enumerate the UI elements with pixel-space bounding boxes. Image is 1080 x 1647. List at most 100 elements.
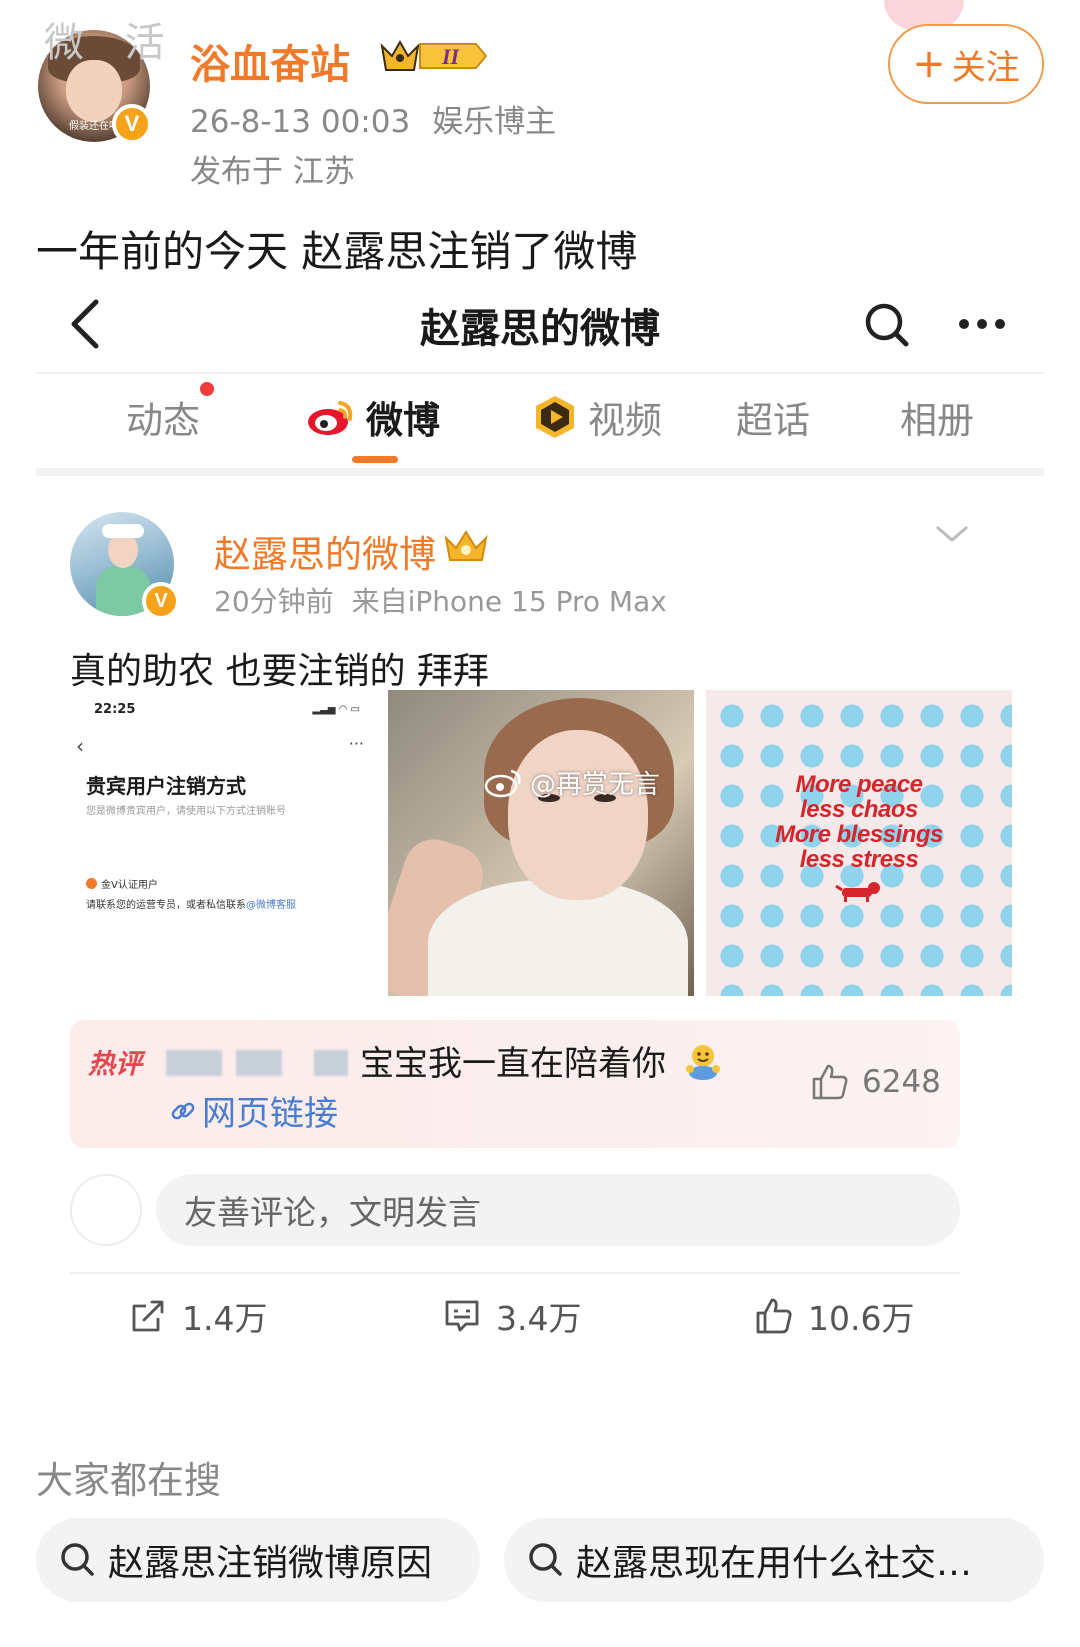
search-icon xyxy=(529,1543,562,1576)
post-header: 假装还在吗 微 活 V 浴血奋站 II 26-8-13 00:03 娱乐博主 发布… xyxy=(0,0,1080,210)
inner-author-name[interactable]: 赵露思的微博 xyxy=(214,524,436,578)
svg-text:II: II xyxy=(441,44,461,69)
verified-badge-icon: V xyxy=(112,104,152,144)
chevron-down-icon[interactable] xyxy=(934,522,970,546)
more-options-icon[interactable] xyxy=(956,314,1008,334)
web-link-label: 网页链接 xyxy=(202,1094,338,1134)
weibo-logo-icon xyxy=(308,401,353,435)
inner-post-text: 真的助农 也要注销的 拜拜 xyxy=(70,651,489,692)
poster-line: More blessings xyxy=(775,821,943,848)
inner-post-meta: 20分钟前 来自iPhone 15 Pro Max xyxy=(214,580,667,620)
search-suggestion-label: 赵露思注销微博原因 xyxy=(108,1543,433,1584)
screenshot-contact: 请联系您的运营专员，或者私信联系@微博客服 xyxy=(86,896,296,911)
active-tab-indicator xyxy=(352,456,398,463)
section-divider xyxy=(36,468,1044,476)
like-count: 10.6万 xyxy=(808,1299,915,1338)
status-bar-time: 22:25 xyxy=(94,702,136,717)
notification-dot xyxy=(200,382,214,396)
image-selfie[interactable] xyxy=(388,690,694,996)
image-grid: 22:25 ▂▃▅ ◠ ▭ ‹ ··· 贵宾用户注销方式 您是微博贵宾用户，请使… xyxy=(70,690,1012,996)
poster-line: less stress xyxy=(799,846,919,873)
thumbs-up-icon xyxy=(756,1298,792,1334)
post-location: 发布于 江苏 xyxy=(190,154,355,190)
embedded-screenshot: 赵露思的微博 动态 微博 视频 超话 相册 V 赵露思的微博 20分钟前 来自i… xyxy=(36,276,1044,1596)
comment-count: 3.4万 xyxy=(496,1299,582,1338)
profile-tabs: 动态 微博 视频 超话 相册 xyxy=(36,376,1044,463)
screenshot-vip-row: 金V认证用户 xyxy=(86,876,158,891)
tab-label: 微博 xyxy=(366,399,440,442)
screenshot-title: 贵宾用户注销方式 xyxy=(86,774,246,798)
poster-text: More peace less chaos More blessings les… xyxy=(706,772,1012,872)
screenshot-contact-link: @微博客服 xyxy=(246,900,296,911)
share-icon xyxy=(132,1300,164,1332)
hot-comment-like[interactable]: 6248 xyxy=(810,1062,941,1102)
poster-line: less chaos xyxy=(800,796,918,823)
search-suggestion-label: 赵露思现在用什么社交… xyxy=(576,1543,973,1584)
tab-weibo[interactable]: 微博 xyxy=(306,390,440,444)
link-icon xyxy=(171,1102,195,1119)
search-suggestion-chip[interactable]: 赵露思现在用什么社交… xyxy=(504,1518,1044,1602)
hot-comment[interactable]: 热评 宝宝我一直在陪着你 网页链接 6248 xyxy=(70,1020,960,1148)
plus-icon: + xyxy=(912,41,946,87)
hot-comment-body: 宝宝我一直在陪着你 xyxy=(360,1044,666,1084)
poster-line: More peace xyxy=(795,771,923,798)
tab-video[interactable]: 视频 xyxy=(532,390,662,444)
comment-icon xyxy=(445,1300,479,1332)
screenshot-subtitle: 您是微博贵宾用户，请使用以下方式注销账号 xyxy=(86,806,286,817)
blurred-username xyxy=(314,1050,348,1076)
tab-label: 动态 xyxy=(126,399,200,442)
post-text: 一年前的今天 赵露思注销了微博 xyxy=(36,227,638,276)
tab-label: 视频 xyxy=(588,399,662,442)
tab-super-topic[interactable]: 超话 xyxy=(736,390,810,444)
screenshot-more-icon: ··· xyxy=(348,734,364,753)
hot-comment-tag: 热评 xyxy=(88,1049,142,1080)
screenshot-back-icon: ‹ xyxy=(76,734,84,758)
vip-dot-icon xyxy=(86,878,97,889)
dachshund-icon xyxy=(835,882,880,902)
repost-count: 1.4万 xyxy=(182,1299,268,1338)
comment-button[interactable]: 3.4万 xyxy=(442,1292,581,1340)
image-polka-dot-poster[interactable]: More peace less chaos More blessings les… xyxy=(706,690,1012,996)
embedded-top-bar: 赵露思的微博 xyxy=(36,276,1044,372)
tab-dynamics[interactable]: 动态 xyxy=(126,382,214,444)
trending-search-heading: 大家都在搜 xyxy=(36,1459,221,1502)
blurred-username xyxy=(236,1050,282,1076)
hot-comment-text: 宝宝我一直在陪着你 xyxy=(360,1036,723,1085)
follow-button[interactable]: + 关注 xyxy=(888,24,1044,104)
verified-badge-icon: V xyxy=(142,582,180,620)
like-button[interactable]: 10.6万 xyxy=(754,1292,914,1340)
inner-post-source: 来自iPhone 15 Pro Max xyxy=(351,585,667,618)
hug-emoji-icon xyxy=(685,1045,720,1080)
web-link[interactable]: 网页链接 xyxy=(168,1086,338,1135)
image-account-cancel-screenshot[interactable]: 22:25 ▂▃▅ ◠ ▭ ‹ ··· 贵宾用户注销方式 您是微博贵宾用户，请使… xyxy=(70,690,376,996)
tab-label: 超话 xyxy=(736,399,810,442)
repost-button[interactable]: 1.4万 xyxy=(128,1292,267,1340)
screenshot-contact-text: 请联系您的运营专员，或者私信联系 xyxy=(86,900,246,911)
screenshot-vip-label: 金V认证用户 xyxy=(101,880,158,891)
author-name[interactable]: 浴血奋站 xyxy=(190,32,350,90)
search-icon[interactable] xyxy=(862,300,912,350)
inner-post-time: 20分钟前 xyxy=(214,585,334,618)
crown-icon xyxy=(444,530,488,561)
current-user-avatar xyxy=(70,1174,142,1246)
post-meta: 26-8-13 00:03 娱乐博主 xyxy=(190,96,556,141)
image-watermark: @再赏无言 xyxy=(484,764,660,801)
corner-watermark: 微 活 xyxy=(44,20,179,66)
comment-input[interactable]: 友善评论，文明发言 xyxy=(156,1174,960,1246)
video-play-icon xyxy=(536,396,574,438)
divider xyxy=(70,1272,960,1274)
search-icon xyxy=(61,1543,94,1576)
author-category: 娱乐博主 xyxy=(432,104,557,140)
action-bar: 1.4万 3.4万 10.6万 xyxy=(36,1292,1044,1352)
tab-album[interactable]: 相册 xyxy=(900,390,974,444)
post-date: 26-8-13 00:03 xyxy=(190,104,411,140)
search-suggestion-chip[interactable]: 赵露思注销微博原因 xyxy=(36,1518,480,1602)
thumbs-up-icon xyxy=(812,1064,848,1100)
weibo-watermark-icon xyxy=(484,769,521,797)
hot-comment-like-count: 6248 xyxy=(862,1064,941,1100)
blurred-username xyxy=(166,1050,222,1076)
status-bar-icons: ▂▃▅ ◠ ▭ xyxy=(312,704,360,715)
tab-label: 相册 xyxy=(900,399,974,442)
watermark-text: @再赏无言 xyxy=(530,770,661,800)
crown-level-badge-icon: II xyxy=(380,39,488,71)
